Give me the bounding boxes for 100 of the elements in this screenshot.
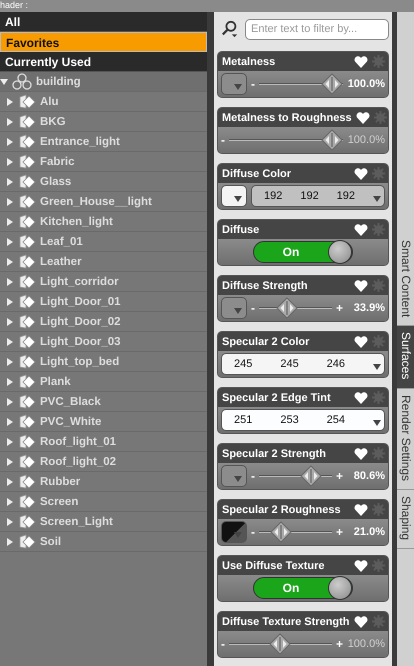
slider-thumb[interactable] [276, 297, 298, 319]
tree-item[interactable]: BKG [40, 116, 66, 128]
color-field[interactable]: 192 192 192 [251, 185, 385, 207]
tree-item[interactable]: Entrance_light [40, 136, 120, 148]
tree-item[interactable]: Soil [40, 536, 62, 548]
tree-item[interactable]: Alu [40, 96, 59, 108]
tree-item[interactable]: Leaf_01 [40, 236, 83, 248]
collapse-arrow-icon[interactable] [0, 78, 8, 86]
increment-sign[interactable]: + [336, 469, 343, 483]
heart-icon[interactable] [354, 336, 368, 348]
expand-arrow-icon[interactable] [6, 238, 14, 246]
property-title: Metalness [222, 56, 276, 68]
caret-icon[interactable] [372, 196, 381, 202]
tree-item[interactable]: Light_corridor [40, 276, 119, 288]
heart-icon[interactable] [354, 448, 368, 460]
value-text: 100.0% [347, 134, 385, 146]
tree-item[interactable]: Screen_Light [40, 516, 113, 528]
slider-thumb[interactable] [321, 73, 343, 95]
tree-item[interactable]: Plank [40, 376, 71, 388]
expand-arrow-icon[interactable] [6, 278, 14, 286]
expand-arrow-icon[interactable] [6, 118, 14, 126]
side-tab[interactable]: Shaping [397, 490, 414, 549]
heart-icon[interactable] [354, 224, 368, 236]
slider-thumb[interactable] [321, 129, 343, 151]
tree-item[interactable]: Kitchen_light [40, 216, 113, 228]
tree-item[interactable]: Leather [40, 256, 82, 268]
decrement-sign[interactable]: - [221, 133, 225, 147]
expand-arrow-icon[interactable] [6, 258, 14, 266]
expand-arrow-icon[interactable] [6, 538, 14, 546]
expand-arrow-icon[interactable] [6, 98, 14, 106]
toggle-switch[interactable]: On [253, 577, 353, 599]
slider-thumb[interactable] [270, 521, 292, 543]
search-icon[interactable] [221, 20, 239, 38]
decrement-sign[interactable]: - [251, 77, 255, 91]
expand-arrow-icon[interactable] [6, 138, 14, 146]
slider-thumb[interactable] [300, 465, 322, 487]
filter-item[interactable]: All [0, 12, 208, 32]
heart-icon[interactable] [354, 280, 368, 292]
filter-item[interactable]: Favorites [0, 32, 208, 52]
expand-arrow-icon[interactable] [6, 418, 14, 426]
shader-icon [17, 94, 37, 110]
decrement-sign[interactable]: - [221, 637, 225, 651]
scrollbar[interactable] [207, 12, 214, 666]
color-field[interactable]: 251 253 254 [221, 409, 385, 431]
tree-item[interactable]: building [36, 76, 81, 88]
expand-arrow-icon[interactable] [6, 298, 14, 306]
expand-arrow-icon[interactable] [6, 218, 14, 226]
expand-arrow-icon[interactable] [6, 318, 14, 326]
tree-item[interactable]: Light_Door_01 [40, 296, 121, 308]
expand-arrow-icon[interactable] [6, 178, 14, 186]
expand-arrow-icon[interactable] [6, 518, 14, 526]
filter-item[interactable]: Currently Used [0, 52, 208, 72]
expand-arrow-icon[interactable] [6, 378, 14, 386]
expand-arrow-icon[interactable] [6, 198, 14, 206]
heart-icon[interactable] [354, 56, 368, 68]
heart-icon[interactable] [354, 504, 368, 516]
slider-thumb[interactable] [269, 633, 292, 655]
increment-sign[interactable]: + [336, 637, 343, 651]
side-tab[interactable]: Render Settings [397, 388, 414, 490]
expand-arrow-icon[interactable] [6, 438, 14, 446]
tree-item[interactable]: PVC_White [40, 416, 102, 428]
tree-item[interactable]: Light_top_bed [40, 356, 120, 368]
tree-item[interactable]: PVC_Black [40, 396, 101, 408]
decrement-sign[interactable]: - [251, 469, 255, 483]
expand-arrow-icon[interactable] [6, 478, 14, 486]
tree-item[interactable]: Light_Door_03 [40, 336, 121, 348]
tree-item[interactable]: Glass [40, 176, 72, 188]
decrement-sign[interactable]: - [251, 301, 255, 315]
expand-arrow-icon[interactable] [6, 398, 14, 406]
expand-arrow-icon[interactable] [6, 338, 14, 346]
decrement-sign[interactable]: - [251, 525, 255, 539]
expand-arrow-icon[interactable] [6, 158, 14, 166]
increment-sign[interactable]: + [336, 301, 343, 315]
heart-icon[interactable] [354, 168, 368, 180]
increment-sign[interactable]: + [336, 525, 343, 539]
caret-icon[interactable] [372, 420, 381, 426]
property-title: Specular 2 Roughness [222, 504, 342, 516]
toggle-switch[interactable]: On [253, 241, 353, 263]
tree-item[interactable]: Fabric [40, 156, 75, 168]
caret-icon [234, 84, 242, 90]
heart-icon[interactable] [354, 392, 368, 404]
expand-arrow-icon[interactable] [6, 498, 14, 506]
expand-arrow-icon[interactable] [6, 458, 14, 466]
color-field[interactable]: 245 245 246 [221, 353, 385, 375]
tree-item[interactable]: Roof_light_02 [40, 456, 116, 468]
side-tab[interactable]: Surfaces [397, 326, 414, 389]
tree-item[interactable]: Roof_light_01 [40, 436, 116, 448]
heart-icon[interactable] [354, 560, 368, 572]
expand-arrow-icon[interactable] [6, 358, 14, 366]
tree-item[interactable]: Screen [40, 496, 78, 508]
map-button[interactable] [221, 521, 247, 543]
caret-icon[interactable] [372, 364, 381, 370]
property-title: Diffuse Strength [222, 280, 309, 292]
tree-item[interactable]: Green_House__light [40, 196, 152, 208]
heart-icon[interactable] [356, 112, 370, 124]
tree-item[interactable]: Rubber [40, 476, 80, 488]
search-field[interactable]: Enter text to filter by... [245, 18, 389, 40]
heart-icon[interactable] [354, 616, 368, 628]
tree-item[interactable]: Light_Door_02 [40, 316, 121, 328]
map-button[interactable] [221, 185, 247, 207]
